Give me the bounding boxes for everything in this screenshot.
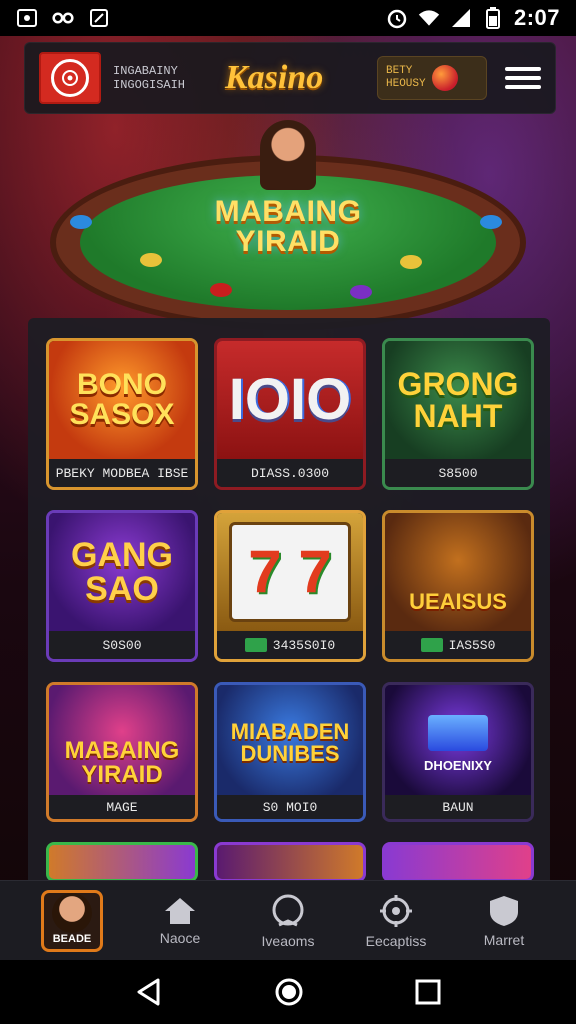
nav-item-home[interactable]: Naoce: [126, 896, 234, 946]
game-tile[interactable]: [214, 842, 366, 882]
game-caption: S0 MOI0: [217, 795, 363, 819]
edit-icon: [88, 8, 110, 28]
game-tile[interactable]: [46, 842, 198, 882]
game-caption: MAGE: [49, 795, 195, 819]
game-title: DHOENIXY: [424, 757, 492, 773]
game-art: DHOENIXY: [385, 685, 531, 801]
game-tile[interactable]: 7 7 3435S0I0: [214, 510, 366, 662]
game-art: GRONG NAHT: [385, 341, 531, 459]
home-circle-icon[interactable]: [273, 976, 305, 1008]
hamburger-icon[interactable]: [505, 60, 541, 96]
game-tile[interactable]: DHOENIXY BAUN: [382, 682, 534, 822]
bottom-nav: BEADE Naoce Iveaoms Eecaptiss Marret: [0, 880, 576, 960]
nav-item-profile[interactable]: BEADE: [18, 889, 126, 952]
nav-label: BEADE: [52, 932, 92, 945]
game-tile[interactable]: GRONG NAHT S8500: [382, 338, 534, 490]
games-grid: BONO SASOX PBEKY MODBEA IBSE IOIO DIASS.…: [46, 338, 534, 882]
logo-icon: [51, 59, 89, 97]
game-tile[interactable]: BONO SASOX PBEKY MODBEA IBSE: [46, 338, 198, 490]
game-title: BONO SASOX: [69, 368, 175, 431]
photo-icon: [16, 8, 38, 28]
dealer-avatar: [260, 120, 316, 190]
cash-icon: [244, 638, 267, 652]
header-subtitle: INGABAINY INGOGISAIH: [113, 64, 186, 92]
game-tile[interactable]: MABAING YIRAID MAGE: [46, 682, 198, 822]
game-art: BONO SASOX: [49, 341, 195, 459]
slot-reels: 7 7: [229, 522, 351, 622]
app-logo[interactable]: [39, 52, 101, 104]
chip-icon: [400, 255, 422, 269]
game-tile[interactable]: [382, 842, 534, 882]
game-tile[interactable]: MIABADEN DUNIBES S0 MOI0: [214, 682, 366, 822]
battery-icon: [482, 7, 504, 29]
game-caption: PBEKY MODBEA IBSE: [49, 459, 195, 487]
nav-label: Marret: [483, 931, 525, 948]
game-art: GANG SAO: [49, 513, 195, 631]
hero-title-line2: YIRAID: [235, 225, 341, 258]
system-nav: [0, 960, 576, 1024]
game-title: GANG SAO: [71, 536, 173, 608]
nav-label: Eecaptiss: [365, 932, 427, 949]
home-icon: [165, 897, 195, 924]
games-panel: BONO SASOX PBEKY MODBEA IBSE IOIO DIASS.…: [28, 318, 550, 888]
link-icon: [52, 8, 74, 28]
promo-button[interactable]: BETY HEOUSY: [377, 56, 487, 100]
game-caption: 3435S0I0: [217, 631, 363, 659]
alarm-icon: [386, 8, 408, 29]
search-icon: [272, 894, 304, 926]
nav-item-market[interactable]: Marret: [450, 894, 558, 948]
game-caption: IAS5S0: [385, 631, 531, 659]
promo-ball-icon: [431, 65, 458, 91]
nav-item-settings[interactable]: Eecaptiss: [342, 893, 450, 949]
game-caption-text: 3435S0I0: [272, 637, 336, 653]
shield-icon: [490, 895, 518, 926]
game-title: 7 7: [248, 538, 332, 605]
signal-icon: [450, 8, 472, 28]
chip-icon: [350, 285, 372, 299]
game-caption: DIASS.0300: [217, 459, 363, 487]
promo-text: BETY HEOUSY: [386, 65, 426, 90]
nav-active-tile: BEADE: [41, 889, 103, 952]
game-tile[interactable]: IOIO DIASS.0300: [214, 338, 366, 490]
cash-icon: [420, 638, 443, 652]
game-art: MABAING YIRAID: [49, 685, 195, 801]
recents-icon[interactable]: [414, 978, 442, 1006]
game-caption-text: IAS5S0: [448, 637, 496, 653]
game-title: MIABADEN DUNIBES: [230, 719, 350, 766]
avatar-icon: [52, 892, 92, 933]
game-art: UEAISUS: [385, 513, 531, 631]
gear-icon: [380, 894, 412, 927]
hero-title: MABAING YIRAID: [50, 197, 526, 257]
nav-label: Iveaoms: [261, 932, 315, 949]
game-title: UEAISUS: [409, 589, 507, 614]
game-art: 7 7: [217, 513, 363, 631]
gem-icon: [428, 714, 488, 751]
app-header: INGABAINY INGOGISAIH Kasino BETY HEOUSY: [24, 42, 556, 114]
status-bar: 2:07: [0, 0, 576, 36]
game-title: IOIO: [228, 367, 352, 432]
game-art: MIABADEN DUNIBES: [217, 685, 363, 801]
game-art: IOIO: [217, 341, 363, 459]
nav-label: Naoce: [159, 929, 201, 946]
game-caption: S0S00: [49, 631, 195, 659]
chip-icon: [210, 283, 232, 297]
game-tile[interactable]: UEAISUS IAS5S0: [382, 510, 534, 662]
game-caption: BAUN: [385, 795, 531, 819]
nav-item-search[interactable]: Iveaoms: [234, 893, 342, 949]
wifi-icon: [418, 8, 440, 28]
brand-title: Kasino: [225, 59, 324, 96]
game-title: GRONG NAHT: [397, 366, 519, 434]
hero-title-line1: MABAING: [214, 195, 362, 228]
back-icon[interactable]: [134, 977, 164, 1007]
game-title: MABAING YIRAID: [64, 737, 180, 788]
game-caption: S8500: [385, 459, 531, 487]
game-tile[interactable]: GANG SAO S0S00: [46, 510, 198, 662]
clock: 2:07: [513, 5, 560, 30]
hero-banner[interactable]: MABAING YIRAID: [50, 120, 526, 330]
